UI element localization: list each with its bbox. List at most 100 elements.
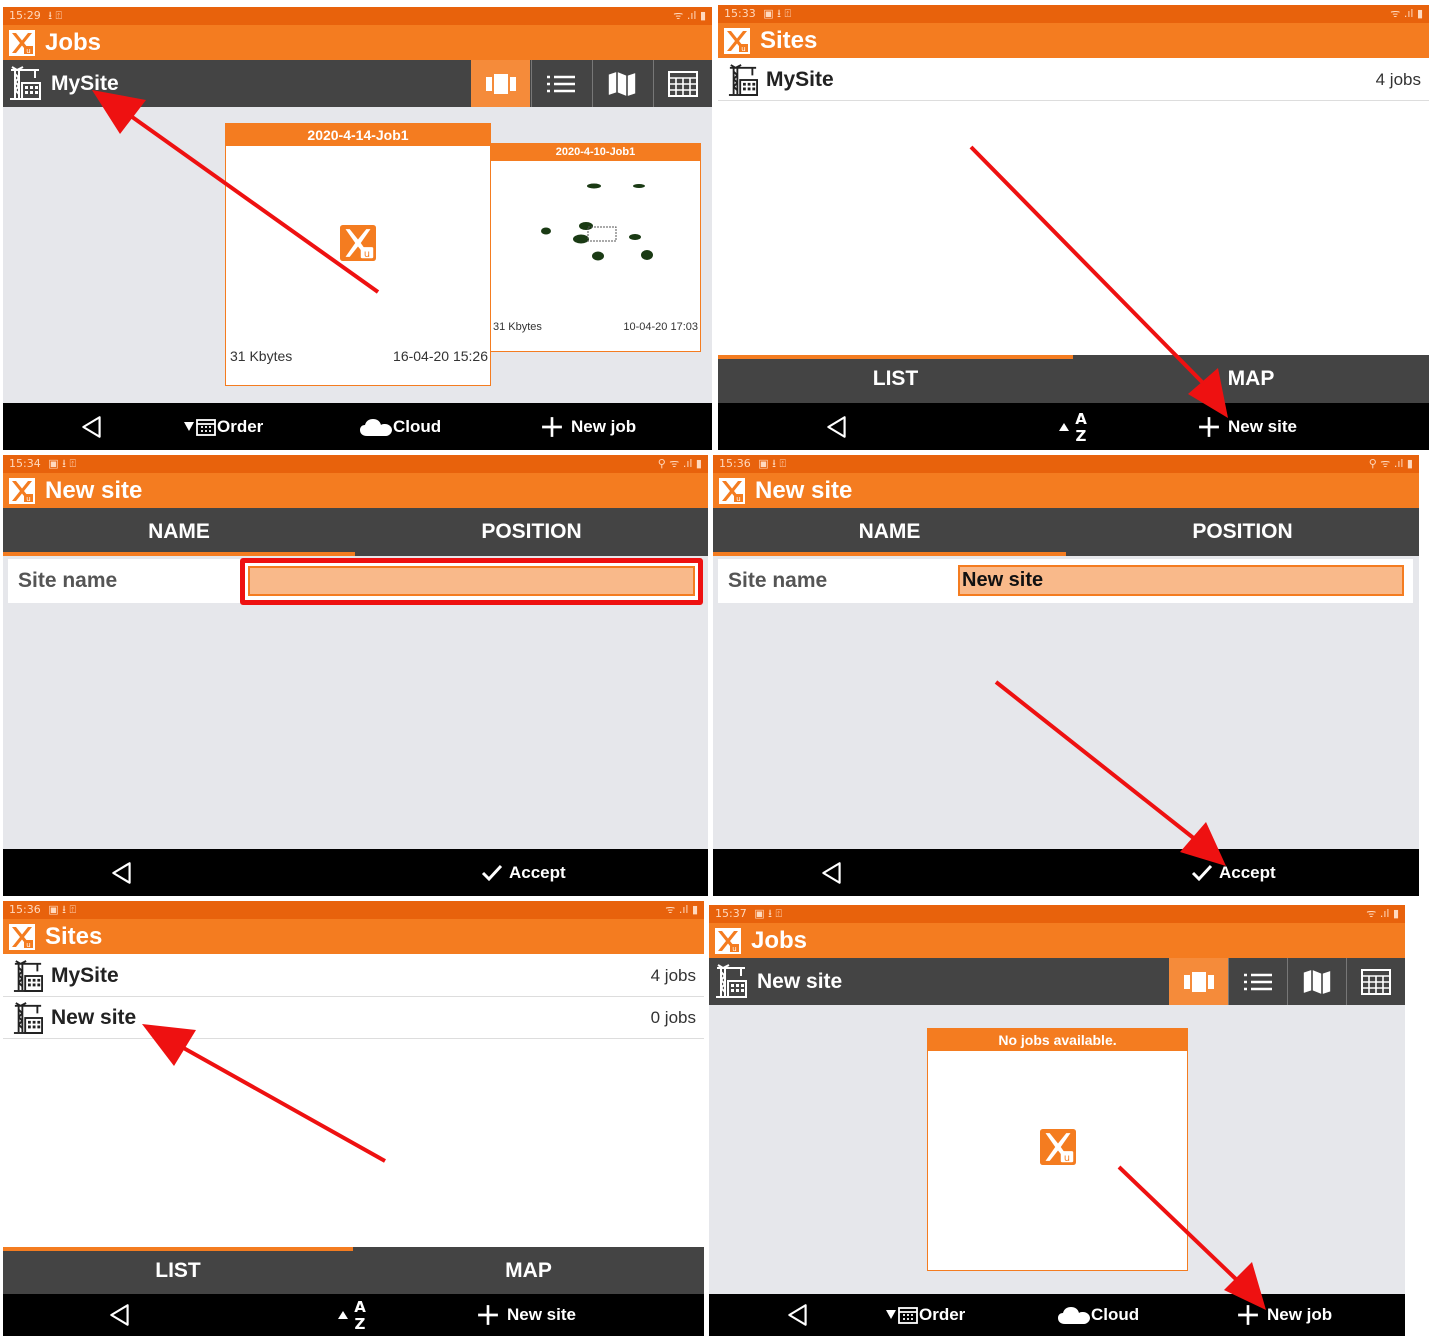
tab-bar: LIST MAP [718, 355, 1429, 403]
bottom-bar: Accept [3, 849, 708, 896]
plus-icon [477, 1304, 499, 1326]
app-bar: New site [713, 473, 1419, 508]
tab-list[interactable]: LIST [3, 1247, 353, 1295]
table-view-button[interactable] [1346, 958, 1405, 1005]
site-crane-icon [9, 66, 41, 100]
site-name-input[interactable]: New site [958, 565, 1404, 596]
panel-jobs-new-site: 15:37 ▣ ⭳ ⍐ ᯤ .ıl ▮ Jobs New site No job… [709, 905, 1405, 1336]
status-bar: 15:29 ⭳ ⍐ ᯤ .ıl ▮ [3, 7, 712, 25]
list-icon [546, 74, 576, 94]
site-crane-icon [13, 960, 43, 992]
back-button[interactable] [785, 1294, 815, 1336]
site-name[interactable]: New site [757, 970, 842, 994]
list-view-button[interactable] [1228, 958, 1287, 1005]
tab-map[interactable]: MAP [1073, 355, 1429, 403]
bottom-bar: Order Cloud New job [3, 403, 712, 450]
plus-icon [541, 416, 563, 438]
app-logo-icon [9, 30, 35, 56]
job-card-2[interactable]: 2020-4-10-Job1 31 Kbytes 10-04-20 17:03 [490, 143, 701, 352]
check-icon [481, 864, 503, 882]
status-bar: 15:37 ▣ ⭳ ⍐ ᯤ .ıl ▮ [709, 905, 1405, 923]
status-time: 15:37 [715, 907, 747, 920]
tab-position[interactable]: POSITION [1066, 508, 1419, 556]
panel-jobs-mysite: 15:29 ⭳ ⍐ ᯤ .ıl ▮ Jobs MySite 2020-4-14-… [3, 7, 712, 450]
cloud-icon [359, 417, 393, 437]
tab-list[interactable]: LIST [718, 355, 1073, 403]
app-bar: Sites [718, 23, 1429, 58]
order-button[interactable]: Order [183, 403, 263, 450]
new-job-label: New job [1267, 1305, 1333, 1324]
tab-position[interactable]: POSITION [355, 508, 708, 556]
new-job-button[interactable]: New job [1237, 1294, 1332, 1336]
back-button[interactable] [819, 849, 849, 896]
system-icons: ⚲ ᯤ .ıl ▮ [1368, 457, 1413, 470]
site-header[interactable]: MySite [3, 60, 712, 107]
site-row[interactable]: New site 0 jobs [3, 997, 704, 1039]
table-view-button[interactable] [653, 60, 712, 107]
site-row-name: MySite [51, 964, 119, 987]
tab-name[interactable]: NAME [713, 508, 1066, 556]
accept-label: Accept [509, 862, 566, 882]
sort-az-icon [1058, 411, 1092, 443]
back-icon [79, 414, 105, 440]
site-row[interactable]: MySite 4 jobs [3, 955, 704, 997]
accept-button[interactable]: Accept [1191, 849, 1276, 896]
tab-map-label: MAP [505, 1259, 552, 1282]
app-logo-icon [719, 478, 745, 504]
sort-button[interactable]: A Z [1058, 403, 1096, 450]
tab-list-label: LIST [872, 367, 919, 390]
site-row[interactable]: MySite 4 jobs [718, 59, 1429, 101]
tab-bar: NAME POSITION [713, 508, 1419, 556]
back-button[interactable] [824, 403, 854, 450]
order-button[interactable]: Order [885, 1294, 965, 1336]
tab-name-label: NAME [858, 520, 921, 543]
cloud-label: Cloud [1091, 1305, 1140, 1324]
new-site-label: New site [507, 1305, 576, 1324]
site-name[interactable]: MySite [51, 72, 119, 96]
status-bar: 15:36 ▣ ⭳ ⍐ ⚲ ᯤ .ıl ▮ [713, 455, 1419, 473]
cloud-button[interactable]: Cloud [359, 403, 441, 450]
tab-map[interactable]: MAP [353, 1247, 704, 1295]
tab-position-label: POSITION [481, 520, 582, 543]
table-icon [668, 71, 698, 97]
plus-icon [1237, 1304, 1259, 1326]
app-bar: Jobs [3, 25, 712, 60]
map-view-button[interactable] [1287, 958, 1346, 1005]
new-site-button[interactable]: New site [1198, 403, 1297, 450]
carousel-icon [1184, 972, 1214, 992]
carousel-view-button[interactable] [1169, 958, 1228, 1005]
back-button[interactable] [107, 1294, 137, 1336]
order-label: Order [217, 416, 264, 436]
cloud-icon [1057, 1305, 1091, 1325]
job-card-1[interactable]: 2020-4-14-Job1 31 Kbytes 16-04-20 15:26 [225, 123, 491, 386]
order-icon [885, 1306, 919, 1324]
site-name-row: Site name New site [718, 559, 1413, 603]
tab-name-label: NAME [148, 520, 210, 543]
map-view-button[interactable] [592, 60, 651, 107]
back-icon [819, 860, 845, 886]
new-job-button[interactable]: New job [541, 403, 636, 450]
site-name-label: Site name [728, 569, 828, 592]
cloud-label: Cloud [393, 416, 442, 436]
new-site-button[interactable]: New site [477, 1294, 576, 1336]
job-size: 31 Kbytes [493, 321, 542, 333]
carousel-icon [486, 74, 516, 94]
tab-bar: NAME POSITION [3, 508, 708, 556]
list-view-button[interactable] [531, 60, 590, 107]
panel-sites-list: 15:36 ▣ ⭳ ⍐ ᯤ .ıl ▮ Sites MySite 4 jobs … [3, 901, 704, 1336]
app-title: Jobs [45, 29, 102, 56]
back-button[interactable] [109, 849, 139, 896]
app-title: Jobs [751, 927, 808, 954]
back-button[interactable] [79, 403, 109, 450]
accept-button[interactable]: Accept [481, 849, 566, 896]
sort-button[interactable]: A Z [337, 1294, 375, 1336]
back-icon [824, 414, 850, 440]
site-header[interactable]: New site [709, 958, 1405, 1005]
carousel-view-button[interactable] [471, 60, 530, 107]
cloud-button[interactable]: Cloud [1057, 1294, 1139, 1336]
tab-name[interactable]: NAME [3, 508, 355, 556]
tab-position-label: POSITION [1192, 520, 1293, 543]
map-icon [607, 70, 637, 98]
new-job-label: New job [571, 416, 637, 436]
bottom-bar: A Z New site [3, 1294, 704, 1336]
